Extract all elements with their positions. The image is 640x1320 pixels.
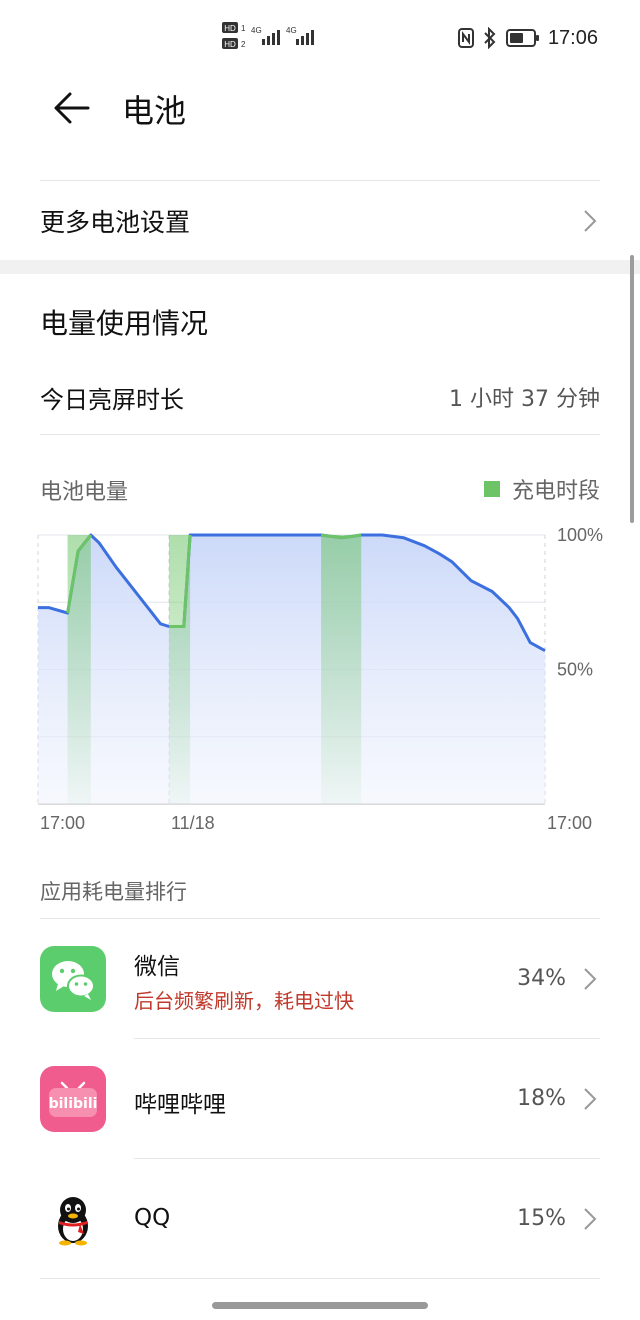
svg-text:4G: 4G	[286, 26, 297, 35]
chart-title: 电池电量	[40, 480, 129, 505]
home-indicator[interactable]	[212, 1302, 428, 1309]
app-row-wechat[interactable]: 微信 后台频繁刷新，耗电过快 34%	[0, 919, 640, 1039]
charging-period-band	[67, 535, 91, 804]
svg-text:HD: HD	[224, 24, 236, 33]
qq-penguin-icon	[40, 1186, 106, 1252]
more-battery-settings-label: 更多电池设置	[40, 208, 191, 237]
status-time: 17:06	[547, 26, 598, 49]
section-separator	[0, 260, 640, 274]
app-percent: 15%	[517, 1206, 566, 1231]
battery-level-chart[interactable]: 100% 50% 17:00 11/18 17:00	[0, 520, 640, 840]
bilibili-icon: bilibili	[40, 1066, 106, 1132]
back-button[interactable]	[48, 84, 96, 132]
usage-section-title: 电量使用情况	[40, 307, 209, 340]
screen-time-value: 1 小时 37 分钟	[449, 387, 600, 412]
legend-swatch-charging	[483, 481, 500, 497]
screen-time-label: 今日亮屏时长	[40, 386, 184, 414]
chart-legend: 充电时段	[483, 473, 600, 505]
nfc-icon	[457, 28, 474, 48]
app-name: 哔哩哔哩	[134, 1092, 226, 1118]
chevron-right-icon	[584, 1208, 597, 1230]
svg-text:bilibili: bilibili	[49, 1096, 98, 1112]
ranking-title: 应用耗电量排行	[40, 880, 187, 904]
svg-text:4G: 4G	[251, 26, 262, 35]
charging-period-band	[321, 535, 362, 804]
scrollbar[interactable]	[630, 255, 634, 523]
app-row-bilibili[interactable]: bilibili 哔哩哔哩 18%	[0, 1039, 640, 1159]
x-tick-label: 17:00	[547, 813, 592, 833]
app-name: QQ	[134, 1205, 171, 1231]
back-arrow-icon	[54, 92, 90, 124]
x-tick-label: 17:00	[40, 813, 85, 833]
legend-label-charging: 充电时段	[511, 479, 600, 504]
y-tick-label: 100%	[557, 525, 603, 545]
status-bar: HD 1 HD 2 4G 4G 17:06	[0, 0, 640, 72]
x-tick-label: 11/18	[171, 813, 215, 833]
svg-text:2: 2	[241, 40, 246, 49]
chevron-right-icon	[584, 1088, 597, 1110]
wechat-icon	[40, 946, 106, 1012]
y-tick-label: 50%	[557, 660, 593, 680]
app-warning: 后台频繁刷新，耗电过快	[134, 989, 354, 1013]
app-percent: 18%	[517, 1086, 566, 1111]
page-title: 电池	[122, 92, 187, 130]
battery-icon	[505, 29, 539, 47]
bluetooth-icon	[484, 27, 496, 49]
svg-text:1: 1	[241, 24, 246, 33]
app-row-qq[interactable]: QQ 15%	[0, 1159, 640, 1279]
battery-area	[38, 535, 545, 804]
app-name: 微信	[134, 954, 180, 980]
more-battery-settings-row[interactable]: 更多电池设置	[0, 181, 640, 261]
divider	[40, 434, 600, 435]
chevron-right-icon	[584, 968, 597, 990]
divider	[40, 1278, 600, 1279]
signal-icons: HD 1 HD 2 4G 4G	[222, 22, 314, 49]
app-percent: 34%	[517, 966, 566, 991]
chevron-right-icon	[584, 210, 597, 232]
svg-text:HD: HD	[224, 40, 236, 49]
